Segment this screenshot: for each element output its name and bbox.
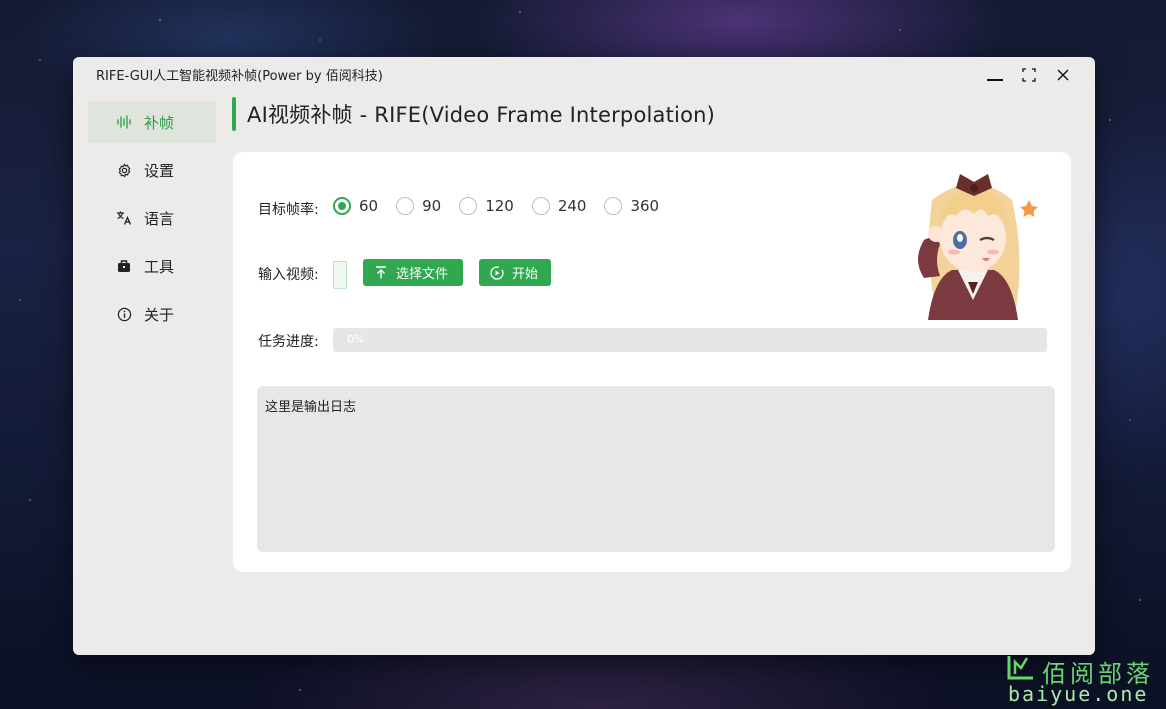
fps-label: 目标帧率: [258, 202, 319, 218]
choose-file-label: 选择文件 [396, 267, 449, 282]
radio-circle [333, 197, 351, 215]
radio-label: 90 [422, 197, 442, 215]
choose-file-button[interactable]: 选择文件 [363, 259, 463, 286]
fps-option-90[interactable]: 90 [396, 197, 441, 215]
translate-icon [116, 210, 132, 226]
sidebar-item-language[interactable]: 语言 [88, 197, 216, 239]
output-log[interactable]: 这里是输出日志 [257, 386, 1055, 552]
sidebar-item-settings[interactable]: 设置 [88, 149, 216, 191]
anime-mascot-image [918, 174, 1038, 320]
sidebar-item-frame-interp[interactable]: 补帧 [88, 101, 216, 143]
sidebar-item-about[interactable]: 关于 [88, 293, 216, 335]
fps-radio-group: 60 90 120 240 360 [333, 197, 677, 215]
sidebar-item-label: 补帧 [144, 113, 175, 132]
radio-label: 120 [485, 197, 514, 215]
radio-circle [604, 197, 623, 215]
radio-circle [459, 197, 478, 215]
log-placeholder: 这里是输出日志 [265, 400, 357, 415]
task-progress-bar: 0% [333, 328, 1047, 352]
toolbox-icon [116, 258, 132, 274]
file-path-field[interactable] [333, 261, 347, 289]
sidebar-item-tools[interactable]: 工具 [88, 245, 216, 287]
fps-option-240[interactable]: 240 [531, 197, 587, 215]
progress-label: 任务进度: [258, 334, 319, 350]
sidebar-item-label: 工具 [144, 257, 175, 276]
window-title: RIFE-GUI人工智能视频补帧(Power by 佰阅科技) [96, 69, 383, 84]
sidebar: 补帧 设置 语言 工具 关于 [88, 101, 216, 341]
waveform-icon [116, 114, 132, 130]
maximize-icon [1022, 68, 1036, 82]
main-card: 目标帧率: 60 90 120 240 360 输入视频: 选择文件 开始 任务… [233, 152, 1071, 572]
progress-text: 0% [347, 333, 365, 346]
sidebar-item-label: 设置 [144, 161, 175, 180]
close-button[interactable] [1049, 64, 1077, 86]
minimize-button[interactable] [981, 64, 1009, 86]
radio-label: 240 [557, 197, 587, 215]
page-header: AI视频补帧 - RIFE(Video Frame Interpolation) [232, 97, 715, 131]
play-circle-icon [490, 265, 504, 280]
page-title: AI视频补帧 - RIFE(Video Frame Interpolation) [247, 103, 716, 127]
baiyue-logo-icon [1007, 656, 1033, 680]
title-bar[interactable]: RIFE-GUI人工智能视频补帧(Power by 佰阅科技) [73, 57, 1095, 91]
upload-icon [374, 266, 388, 280]
fps-option-360[interactable]: 360 [604, 197, 659, 215]
input-video-label: 输入视频: [258, 267, 319, 283]
minimize-icon [987, 79, 1003, 81]
sidebar-item-label: 语言 [144, 209, 175, 228]
watermark-en: baiyue.one [1008, 682, 1149, 706]
fps-option-60[interactable]: 60 [333, 197, 378, 215]
fps-option-120[interactable]: 120 [459, 197, 514, 215]
app-window: RIFE-GUI人工智能视频补帧(Power by 佰阅科技) 补帧 设置 语言… [73, 57, 1095, 655]
radio-label: 360 [630, 197, 660, 215]
close-icon [1057, 69, 1069, 81]
sidebar-item-label: 关于 [144, 305, 175, 324]
radio-circle [396, 197, 415, 215]
radio-circle [531, 197, 550, 215]
watermark: 佰阅部落 baiyue.one [1004, 652, 1164, 706]
title-accent-bar [232, 97, 236, 131]
radio-label: 60 [359, 197, 379, 215]
start-button[interactable]: 开始 [479, 259, 551, 286]
start-label: 开始 [512, 267, 539, 282]
info-icon [116, 306, 132, 322]
maximize-button[interactable] [1015, 64, 1043, 86]
gear-icon [116, 162, 132, 178]
